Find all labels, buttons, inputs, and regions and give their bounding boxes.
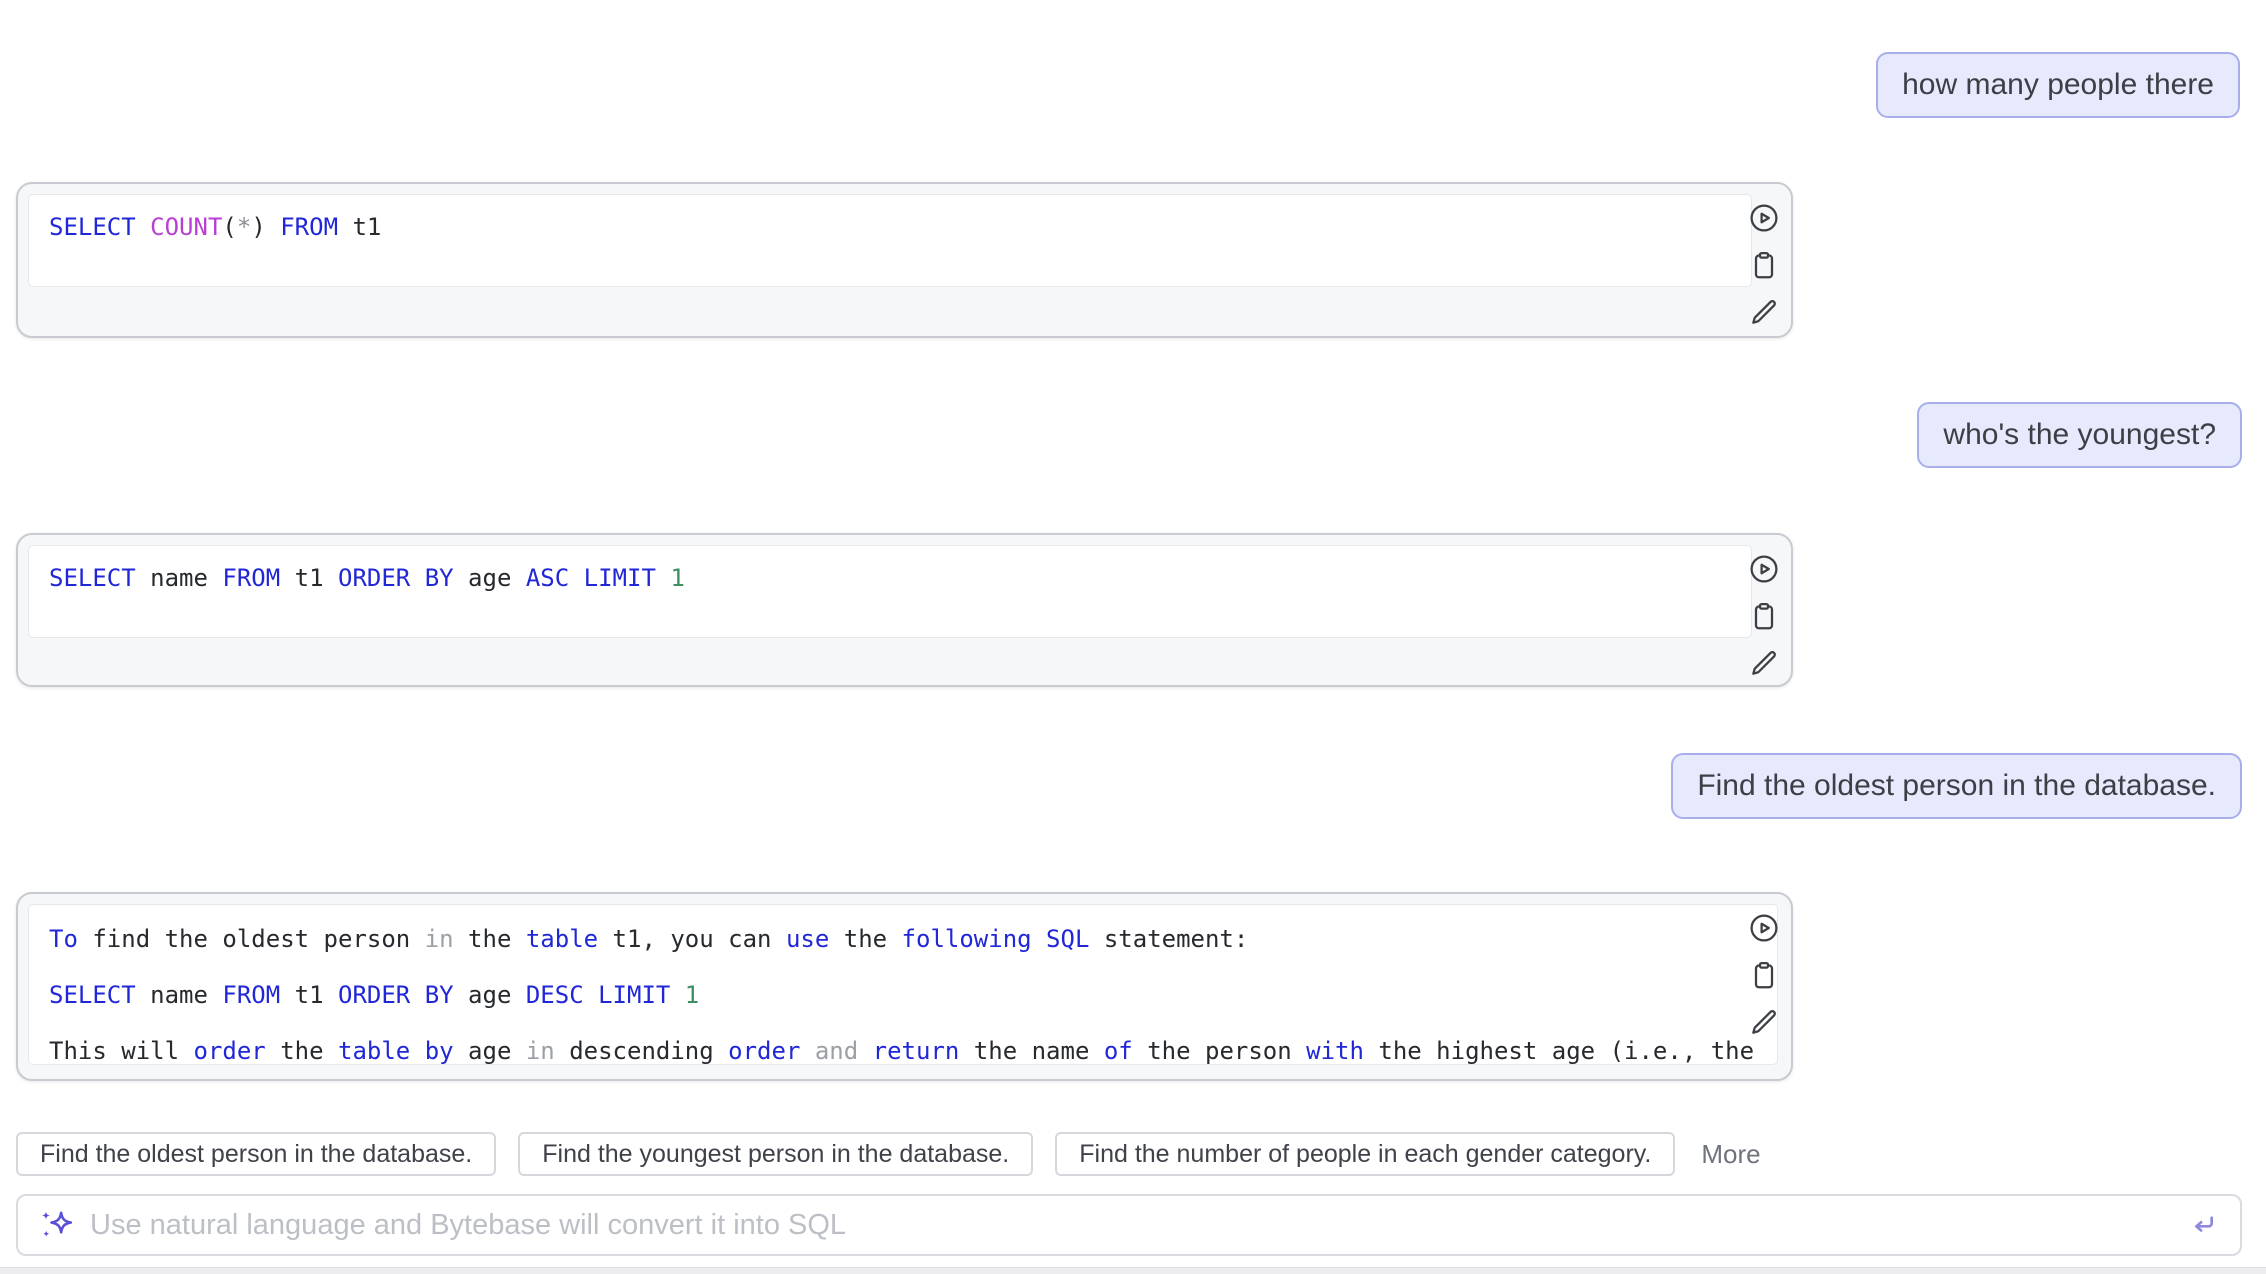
user-message-bubble: how many people there xyxy=(1876,52,2240,118)
suggestion-chips: Find the oldest person in the database. F… xyxy=(16,1132,1675,1176)
return-arrow-icon xyxy=(2187,1209,2219,1241)
nl2sql-input-bar xyxy=(16,1194,2242,1256)
edit-button[interactable] xyxy=(1748,1006,1780,1038)
sql-chat-panel: how many people there SELECT COUNT(*) FR… xyxy=(0,0,2266,1274)
run-query-button[interactable] xyxy=(1748,912,1780,944)
nl2sql-input[interactable] xyxy=(88,1208,2186,1243)
suggestion-chip[interactable]: Find the oldest person in the database. xyxy=(16,1132,496,1176)
sql-actions xyxy=(1745,553,1783,679)
run-query-button[interactable] xyxy=(1748,202,1780,234)
user-message-bubble: Find the oldest person in the database. xyxy=(1671,753,2242,819)
play-circle-icon xyxy=(1748,202,1780,234)
play-circle-icon xyxy=(1748,912,1780,944)
sparkles-icon xyxy=(38,1207,74,1243)
suggestion-chips-row: Find the oldest person in the database. F… xyxy=(16,1132,1761,1176)
suggestion-chip[interactable]: Find the number of people in each gender… xyxy=(1055,1132,1675,1176)
copy-button[interactable] xyxy=(1748,959,1780,991)
sql-actions xyxy=(1745,912,1783,1038)
sql-explanation: To find the oldest person in the table t… xyxy=(28,904,1778,1065)
run-query-button[interactable] xyxy=(1748,553,1780,585)
clipboard-icon xyxy=(1748,600,1780,632)
play-circle-icon xyxy=(1748,553,1780,585)
edit-button[interactable] xyxy=(1748,296,1780,328)
assistant-sql-response: SELECT COUNT(*) FROM t1 xyxy=(16,182,1793,338)
sql-code: SELECT name FROM t1 ORDER BY age ASC LIM… xyxy=(28,545,1752,638)
copy-button[interactable] xyxy=(1748,249,1780,281)
submit-button[interactable] xyxy=(2186,1208,2220,1242)
pencil-icon xyxy=(1748,296,1780,328)
pencil-icon xyxy=(1748,1006,1780,1038)
assistant-sql-response: To find the oldest person in the table t… xyxy=(16,892,1793,1081)
pencil-icon xyxy=(1748,647,1780,679)
sql-code: SELECT COUNT(*) FROM t1 xyxy=(28,194,1752,287)
page-bottom-divider xyxy=(0,1267,2266,1274)
clipboard-icon xyxy=(1748,249,1780,281)
suggestion-chip[interactable]: Find the youngest person in the database… xyxy=(518,1132,1033,1176)
more-button[interactable]: More xyxy=(1701,1139,1760,1170)
user-message-bubble: who's the youngest? xyxy=(1917,402,2242,468)
clipboard-icon xyxy=(1748,959,1780,991)
assistant-sql-response: SELECT name FROM t1 ORDER BY age ASC LIM… xyxy=(16,533,1793,687)
copy-button[interactable] xyxy=(1748,600,1780,632)
edit-button[interactable] xyxy=(1748,647,1780,679)
sql-actions xyxy=(1745,202,1783,328)
